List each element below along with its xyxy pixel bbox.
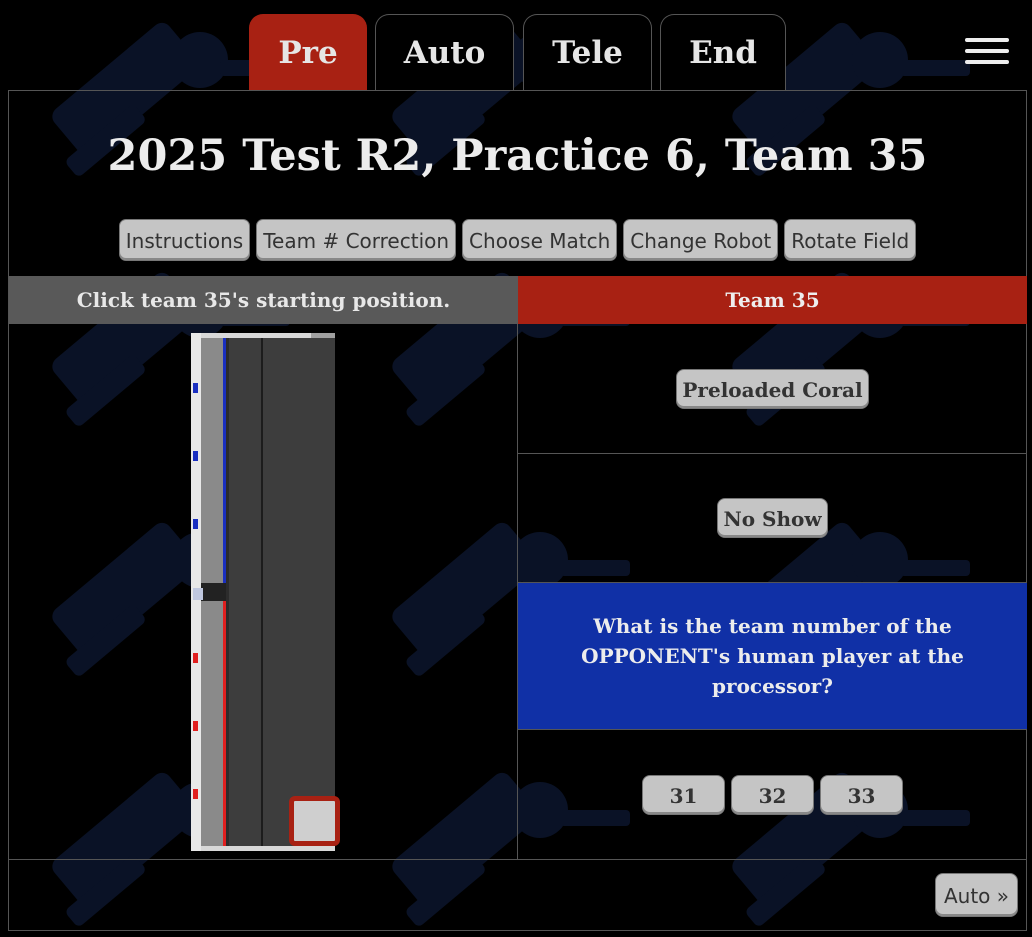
change-robot-button[interactable]: Change Robot	[623, 219, 779, 261]
tab-tele[interactable]: Tele	[523, 14, 652, 90]
choose-match-button[interactable]: Choose Match	[462, 219, 618, 261]
footer-divider	[9, 859, 1026, 860]
hamburger-menu-icon[interactable]	[965, 38, 1009, 66]
tab-auto[interactable]: Auto	[375, 14, 514, 90]
preloaded-cell: Preloaded Coral	[518, 324, 1027, 454]
tab-pre[interactable]: Pre	[249, 14, 367, 90]
field-map[interactable]	[191, 333, 335, 851]
starting-position-instruction: Click team 35's starting position.	[9, 276, 518, 324]
option-32-button[interactable]: 32	[731, 774, 814, 815]
field-map-image	[191, 333, 335, 851]
team-header: Team 35	[518, 276, 1027, 324]
no-show-cell: No Show	[518, 454, 1027, 583]
preloaded-coral-button[interactable]: Preloaded Coral	[676, 368, 869, 409]
next-auto-button[interactable]: Auto »	[935, 873, 1018, 917]
team-options: 31 32 33	[518, 730, 1027, 859]
main-panel: 2025 Test R2, Practice 6, Team 35 Instru…	[8, 90, 1027, 931]
question-text: What is the team number of the OPPONENT'…	[581, 614, 964, 698]
instructions-button[interactable]: Instructions	[118, 219, 251, 261]
question-prompt: What is the team number of the OPPONENT'…	[518, 583, 1027, 730]
tab-end[interactable]: End	[660, 14, 786, 90]
page-title: 2025 Test R2, Practice 6, Team 35	[107, 131, 928, 181]
starting-position-marker[interactable]	[289, 796, 340, 846]
rotate-field-button[interactable]: Rotate Field	[784, 219, 917, 261]
team-correction-button[interactable]: Team # Correction	[256, 219, 457, 261]
option-33-button[interactable]: 33	[820, 774, 903, 815]
toolbar: Instructions Team # Correction Choose Ma…	[9, 219, 1026, 261]
no-show-button[interactable]: No Show	[717, 498, 828, 538]
option-31-button[interactable]: 31	[642, 774, 725, 815]
